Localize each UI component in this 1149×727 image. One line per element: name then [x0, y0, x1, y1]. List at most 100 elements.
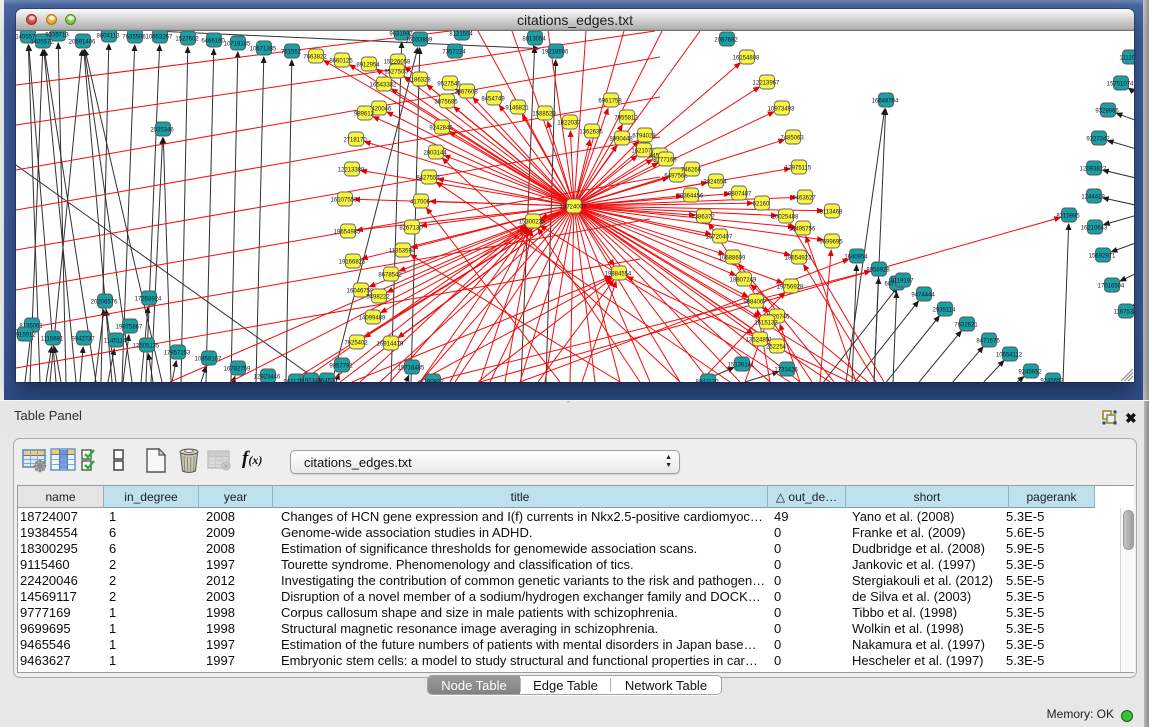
svg-text:16033809: 16033809 — [406, 38, 433, 44]
svg-text:15692971: 15692971 — [1089, 254, 1116, 260]
svg-text:751552: 751552 — [281, 50, 302, 56]
svg-text:9527546: 9527546 — [437, 82, 461, 88]
svg-text:9857791: 9857791 — [329, 364, 353, 370]
svg-text:15720407: 15720407 — [706, 235, 733, 241]
svg-text:19166825: 19166825 — [339, 260, 366, 266]
svg-text:252254: 252254 — [766, 345, 787, 351]
svg-text:9463627: 9463627 — [792, 196, 816, 202]
svg-text:746266: 746266 — [681, 168, 702, 174]
svg-text:7632621: 7632621 — [954, 323, 978, 329]
svg-text:8841120: 8841120 — [696, 380, 720, 383]
svg-text:1244419: 1244419 — [1081, 195, 1105, 201]
svg-text:9527500: 9527500 — [384, 70, 408, 76]
svg-text:20206576: 20206576 — [91, 300, 118, 306]
svg-text:62160: 62160 — [753, 202, 770, 208]
svg-text:13524851: 13524851 — [746, 338, 773, 344]
svg-text:19654985: 19654985 — [334, 230, 361, 236]
svg-text:1822037: 1822037 — [557, 121, 581, 127]
svg-text:10653267: 10653267 — [146, 35, 173, 41]
svg-text:2087682: 2087682 — [714, 38, 738, 44]
svg-text:10688609: 10688609 — [719, 256, 746, 262]
svg-text:17016504: 17016504 — [1098, 284, 1125, 290]
svg-text:1192345: 1192345 — [299, 379, 323, 383]
svg-text:6961758: 6961758 — [598, 99, 622, 105]
svg-text:8471676: 8471676 — [976, 339, 1000, 345]
svg-text:9146821: 9146821 — [505, 106, 529, 112]
svg-text:1615132: 1615132 — [754, 321, 778, 327]
svg-text:12213389: 12213389 — [338, 168, 365, 174]
svg-text:15716485: 15716485 — [398, 366, 425, 372]
svg-text:10671385: 10671385 — [250, 47, 277, 53]
svg-text:9884067: 9884067 — [743, 300, 767, 306]
svg-text:989612: 989612 — [354, 112, 375, 118]
svg-text:111203: 111203 — [1119, 56, 1134, 62]
svg-text:8990448: 8990448 — [609, 137, 633, 143]
svg-text:9227342: 9227342 — [1086, 137, 1110, 143]
svg-text:8215985: 8215985 — [1056, 214, 1080, 220]
svg-text:12923446: 12923446 — [254, 375, 281, 381]
svg-text:19654923: 19654923 — [785, 256, 812, 262]
svg-text:8267130: 8267130 — [399, 226, 423, 232]
svg-text:15136141: 15136141 — [728, 363, 755, 369]
svg-text:16107553: 16107553 — [331, 198, 358, 204]
svg-text:16648784: 16648784 — [872, 99, 899, 105]
svg-text:7357224: 7357224 — [442, 50, 466, 56]
svg-text:8958928: 8958928 — [866, 268, 890, 274]
svg-text:7485063: 7485063 — [780, 136, 804, 142]
svg-text:19975867: 19975867 — [116, 325, 143, 331]
svg-text:9245653: 9245653 — [1040, 379, 1064, 383]
svg-text:16154808: 16154808 — [733, 56, 760, 62]
svg-text:10973493: 10973493 — [768, 107, 795, 113]
svg-text:12505135: 12505135 — [133, 344, 160, 350]
svg-text:19218506: 19218506 — [542, 50, 569, 56]
svg-text:12975115: 12975115 — [785, 166, 812, 172]
svg-text:2718170: 2718170 — [343, 138, 367, 144]
svg-text:16210643: 16210643 — [1081, 226, 1108, 232]
svg-text:6794028: 6794028 — [632, 134, 656, 140]
svg-text:3875685: 3875685 — [434, 100, 458, 106]
svg-text:9119197: 9119197 — [891, 279, 915, 285]
svg-text:10958107: 10958107 — [195, 357, 222, 363]
svg-text:8678542: 8678542 — [378, 273, 402, 279]
svg-text:2867608: 2867608 — [454, 90, 478, 96]
svg-text:1640954: 1640954 — [844, 255, 868, 261]
svg-text:3824554: 3824554 — [703, 180, 727, 186]
svg-text:5498222: 5498222 — [366, 295, 390, 301]
svg-text:9245652: 9245652 — [1018, 370, 1042, 376]
svg-text:8660125: 8660125 — [329, 59, 353, 65]
svg-text:7635506: 7635506 — [122, 35, 146, 41]
svg-text:9242845: 9242845 — [429, 126, 453, 132]
svg-text:7386372: 7386372 — [691, 215, 715, 221]
svg-text:7955812: 7955812 — [614, 116, 638, 122]
svg-text:3915912: 3915912 — [16, 333, 36, 339]
svg-text:12093822: 12093822 — [1080, 167, 1107, 173]
svg-text:9942737: 9942737 — [71, 337, 95, 343]
svg-text:9535713: 9535713 — [45, 33, 69, 39]
svg-text:12213967: 12213967 — [753, 81, 780, 87]
svg-text:10025488: 10025488 — [772, 215, 799, 221]
svg-text:1362635: 1362635 — [579, 130, 603, 136]
svg-text:11353594: 11353594 — [389, 249, 416, 255]
svg-text:7663822: 7663822 — [303, 55, 327, 61]
svg-text:16914479: 16914479 — [377, 342, 404, 348]
svg-text:20364456: 20364456 — [677, 194, 704, 200]
svg-text:1405572: 1405572 — [30, 40, 54, 46]
svg-text:1145114: 1145114 — [104, 339, 127, 345]
svg-text:10654112: 10654112 — [996, 353, 1023, 359]
svg-text:2935114: 2935114 — [933, 308, 957, 314]
svg-text:16782759: 16782759 — [224, 367, 251, 373]
svg-text:7625402: 7625402 — [344, 341, 368, 347]
svg-text:8190822: 8190822 — [420, 380, 444, 383]
svg-text:15751074: 15751074 — [1107, 82, 1134, 88]
svg-text:18807249: 18807249 — [730, 278, 757, 284]
svg-text:9699695: 9699695 — [819, 240, 843, 246]
svg-text:6466160: 6466160 — [201, 39, 225, 45]
svg-text:1733426: 1733426 — [774, 368, 798, 374]
svg-text:417006: 417006 — [410, 200, 431, 206]
svg-text:8113468: 8113468 — [820, 210, 844, 216]
svg-text:1527602: 1527602 — [175, 37, 199, 43]
svg-text:10807487: 10807487 — [725, 192, 752, 198]
svg-text:10719185: 10719185 — [224, 42, 251, 48]
svg-text:19756928: 19756928 — [777, 285, 804, 291]
svg-text:15300235: 15300235 — [519, 220, 546, 226]
